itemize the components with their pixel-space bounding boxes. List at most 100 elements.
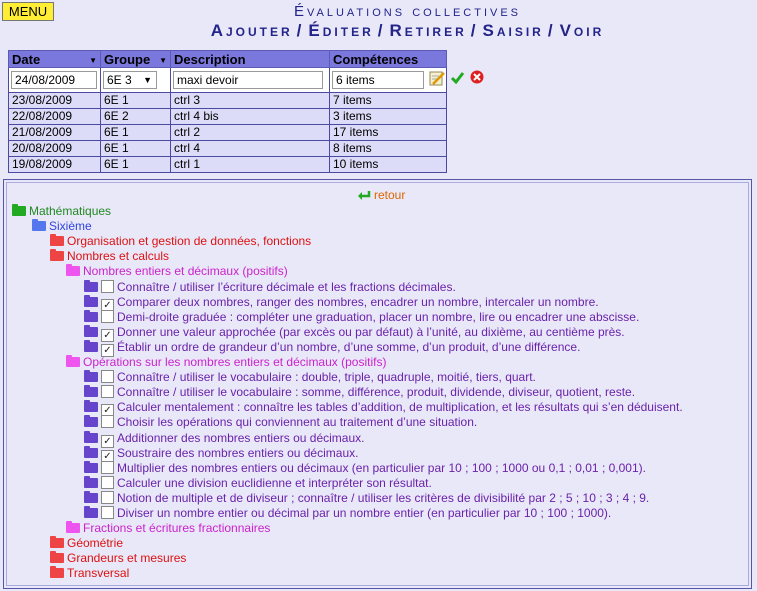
evaluations-table: Date ▼ Groupe ▼ Description Compétences 24… bbox=[8, 50, 447, 173]
competence-item[interactable]: Notion de multiple et de diviseur ; conn… bbox=[84, 490, 650, 506]
folder-icon bbox=[50, 249, 64, 262]
competence-item[interactable]: Demi-droite graduée : compléter une grad… bbox=[84, 309, 639, 325]
competence-label: Donner une valeur approchée (par excès o… bbox=[117, 324, 625, 339]
menu-button[interactable]: MENU bbox=[2, 2, 54, 21]
competence-checkbox[interactable] bbox=[101, 506, 114, 519]
competence-checkbox[interactable] bbox=[101, 370, 114, 384]
competence-checkbox[interactable] bbox=[101, 490, 114, 504]
tree-folder-node[interactable]: Organisation et gestion de données, fonc… bbox=[50, 234, 311, 249]
folder-label: Grandeurs et mesures bbox=[67, 551, 187, 566]
competence-label: Établir un ordre de grandeur d’un nombre… bbox=[117, 339, 581, 354]
validate-check-icon[interactable] bbox=[450, 70, 465, 85]
table-row[interactable]: 19/08/2009 6E 1 ctrl 1 10 items bbox=[8, 156, 447, 173]
competence-label: Connaître / utiliser le vocabulaire : do… bbox=[117, 370, 536, 385]
competence-label: Soustraire des nombres entiers ou décima… bbox=[117, 445, 359, 460]
competence-label: Multiplier des nombres entiers ou décima… bbox=[117, 460, 646, 475]
header-groupe[interactable]: Groupe ▼ bbox=[100, 50, 171, 68]
competence-checkbox[interactable] bbox=[101, 385, 114, 399]
competence-item[interactable]: ✓ Établir un ordre de grandeur d’un nombr… bbox=[84, 339, 581, 357]
competence-label: Calculer mentalement : connaître les tab… bbox=[117, 400, 683, 415]
competence-item[interactable]: Choisir les opérations qui conviennent a… bbox=[84, 415, 477, 430]
sort-down-icon[interactable]: ▼ bbox=[89, 56, 97, 65]
competence-item[interactable]: ✓ Calculer mentalement : connaître les ta… bbox=[84, 400, 683, 418]
item-folder-icon bbox=[84, 309, 98, 322]
item-folder-icon bbox=[84, 385, 98, 398]
folder-icon bbox=[50, 566, 64, 579]
competence-checkbox[interactable] bbox=[101, 460, 114, 474]
tree-folder-node[interactable]: Mathématiques bbox=[12, 204, 111, 219]
folder-label: Nombres et calculs bbox=[67, 249, 170, 264]
tree-folder-node[interactable]: Géométrie bbox=[50, 536, 123, 551]
competence-item[interactable]: Connaître / utiliser le vocabulaire : so… bbox=[84, 385, 635, 400]
item-folder-icon bbox=[84, 324, 98, 337]
competence-label: Calculer une division euclidienne et int… bbox=[117, 475, 432, 490]
folder-icon bbox=[66, 521, 80, 534]
cancel-cross-icon[interactable] bbox=[470, 70, 484, 84]
competence-label: Notion de multiple et de diviseur ; conn… bbox=[117, 490, 650, 505]
competence-item[interactable]: ✓ Soustraire des nombres entiers ou décim… bbox=[84, 445, 359, 463]
table-row[interactable]: 23/08/2009 6E 1 ctrl 37 items bbox=[8, 92, 447, 109]
item-folder-icon bbox=[84, 490, 98, 503]
folder-icon bbox=[66, 355, 80, 367]
group-select[interactable]: 6E 3 ▼ bbox=[103, 71, 157, 89]
item-folder-icon bbox=[84, 506, 98, 518]
return-arrow-icon bbox=[358, 191, 371, 200]
competences-field[interactable]: 6 items bbox=[332, 71, 424, 89]
competence-item[interactable]: Connaître / utiliser l’écriture décimale… bbox=[84, 279, 456, 295]
tree-folder-node[interactable]: Fractions et écritures fractionnaires bbox=[66, 521, 270, 536]
competence-item[interactable]: ✓ Comparer deux nombres, ranger des nombr… bbox=[84, 294, 599, 312]
tree-folder-node[interactable]: Nombres entiers et décimaux (positifs) bbox=[66, 264, 288, 279]
competence-checkbox[interactable] bbox=[101, 279, 114, 293]
competence-item[interactable]: Multiplier des nombres entiers ou décima… bbox=[84, 460, 646, 476]
tree-folder-node[interactable]: Transversal bbox=[50, 566, 129, 581]
competence-item[interactable]: ✓ Donner une valeur approchée (par excès … bbox=[84, 324, 625, 342]
folder-icon bbox=[32, 219, 46, 232]
folder-label: Sixième bbox=[49, 219, 92, 234]
tree-folder-node[interactable]: Grandeurs et mesures bbox=[50, 551, 186, 566]
retour-link[interactable]: retour bbox=[357, 188, 405, 202]
header-description: Description bbox=[170, 50, 330, 68]
table-row[interactable]: 22/08/2009 6E 2 ctrl 4 bis 3 items bbox=[8, 108, 447, 125]
nav-retirer[interactable]: Retirer bbox=[389, 21, 466, 40]
competence-label: Choisir les opérations qui conviennent a… bbox=[117, 415, 478, 430]
folder-icon bbox=[50, 536, 64, 549]
edit-row: 24/08/2009 6E 3 ▼ maxi devoir 6 items bbox=[8, 67, 447, 93]
competence-item[interactable]: Diviser un nombre entier ou décimal par … bbox=[84, 506, 611, 521]
page-title: Évaluations collectives bbox=[293, 3, 522, 20]
item-folder-icon bbox=[84, 460, 98, 473]
competence-item[interactable]: ✓ Additionner des nombres entiers ou déci… bbox=[84, 430, 365, 448]
date-input[interactable]: 24/08/2009 bbox=[11, 71, 97, 89]
table-row[interactable]: 20/08/2009 6E 1 ctrl 48 items bbox=[8, 140, 447, 157]
edit-items-icon[interactable] bbox=[429, 70, 445, 86]
item-folder-icon bbox=[84, 370, 98, 383]
sort-down-icon[interactable]: ▼ bbox=[159, 56, 167, 65]
table-row[interactable]: 21/08/2009 6E 1 ctrl 2 17 items bbox=[8, 124, 447, 141]
tree-folder-node[interactable]: Sixième bbox=[32, 219, 92, 234]
item-folder-icon bbox=[84, 415, 98, 428]
competence-item[interactable]: Calculer une division euclidienne et int… bbox=[84, 475, 432, 491]
item-folder-icon bbox=[84, 294, 98, 307]
action-nav: Ajouter / Éditer / Retirer / Saisir / Voir bbox=[210, 21, 605, 40]
item-folder-icon bbox=[84, 445, 98, 458]
folder-label: Géométrie bbox=[67, 536, 124, 551]
header-date[interactable]: Date ▼ bbox=[8, 50, 101, 68]
competence-item[interactable]: Connaître / utiliser le vocabulaire : do… bbox=[84, 370, 536, 385]
nav-voir[interactable]: Voir bbox=[560, 21, 605, 40]
competence-checkbox[interactable] bbox=[101, 475, 114, 489]
competence-checkbox[interactable] bbox=[101, 309, 114, 323]
competences-tree-panel: retour Mathématiques Sixième Organisation … bbox=[3, 179, 752, 589]
tree-folder-node[interactable]: Opérations sur les nombres entiers et dé… bbox=[66, 355, 386, 370]
nav-editer[interactable]: Éditer bbox=[308, 21, 373, 40]
folder-label: Nombres entiers et décimaux (positifs) bbox=[83, 264, 288, 279]
item-folder-icon bbox=[84, 430, 98, 443]
competence-label: Additionner des nombres entiers ou décim… bbox=[117, 430, 365, 445]
competence-checkbox[interactable] bbox=[101, 415, 114, 429]
nav-ajouter[interactable]: Ajouter bbox=[211, 21, 293, 40]
description-input[interactable]: maxi devoir bbox=[173, 71, 323, 89]
dropdown-arrow-icon: ▼ bbox=[143, 75, 152, 85]
header-competences: Compétences bbox=[329, 50, 447, 68]
nav-saisir[interactable]: Saisir bbox=[483, 21, 544, 40]
item-folder-icon bbox=[84, 339, 98, 352]
folder-label: Mathématiques bbox=[29, 204, 112, 218]
tree-folder-node[interactable]: Nombres et calculs bbox=[50, 249, 169, 264]
